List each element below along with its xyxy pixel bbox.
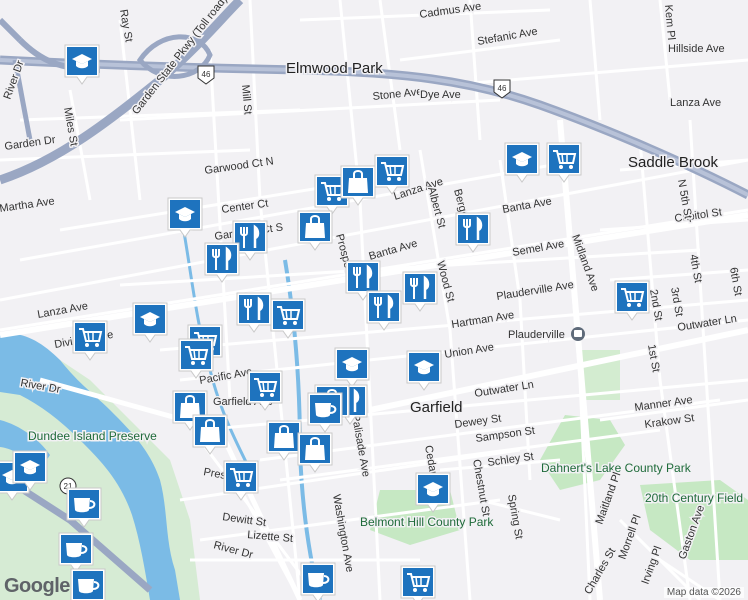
fork-knife-marker[interactable]: [402, 271, 438, 312]
coffee-cup-marker[interactable]: [66, 487, 102, 528]
shopping-cart-marker[interactable]: [546, 142, 582, 183]
shopping-cart-marker[interactable]: [374, 154, 410, 195]
shopping-bag-marker[interactable]: [266, 420, 302, 461]
graduation-cap-marker[interactable]: [64, 44, 100, 85]
coffee-cup-marker[interactable]: [58, 532, 94, 573]
graduation-cap-marker[interactable]: [415, 472, 451, 513]
shopping-bag-marker[interactable]: [297, 432, 333, 473]
shopping-cart-marker[interactable]: [270, 298, 306, 339]
graduation-cap-marker[interactable]: [167, 197, 203, 238]
coffee-cup-marker[interactable]: [300, 562, 336, 600]
fork-knife-marker[interactable]: [366, 290, 402, 331]
coffee-cup-marker[interactable]: [70, 568, 106, 600]
shopping-cart-marker[interactable]: [400, 565, 436, 600]
graduation-cap-marker[interactable]: [132, 302, 168, 343]
shopping-bag-marker[interactable]: [297, 210, 333, 251]
graduation-cap-marker[interactable]: [406, 350, 442, 391]
shopping-cart-marker[interactable]: [72, 320, 108, 361]
google-logo: Google: [4, 575, 70, 597]
graduation-cap-marker[interactable]: [334, 347, 370, 388]
coffee-cup-marker[interactable]: [307, 392, 343, 433]
map-attribution: Map data ©2026: [663, 587, 744, 598]
fork-knife-marker[interactable]: [236, 292, 272, 333]
graduation-cap-marker[interactable]: [504, 142, 540, 183]
poi-layer: [0, 44, 650, 600]
shopping-cart-marker[interactable]: [178, 338, 214, 379]
shopping-cart-marker[interactable]: [247, 370, 283, 411]
fork-knife-marker[interactable]: [204, 242, 240, 283]
map-canvas[interactable]: 46 46 21 Elmwood Park Saddle Brook Garfi…: [0, 0, 748, 600]
shopping-bag-marker[interactable]: [192, 414, 228, 455]
fork-knife-marker[interactable]: [455, 212, 491, 253]
shopping-cart-marker[interactable]: [223, 460, 259, 501]
shopping-cart-marker[interactable]: [614, 280, 650, 321]
